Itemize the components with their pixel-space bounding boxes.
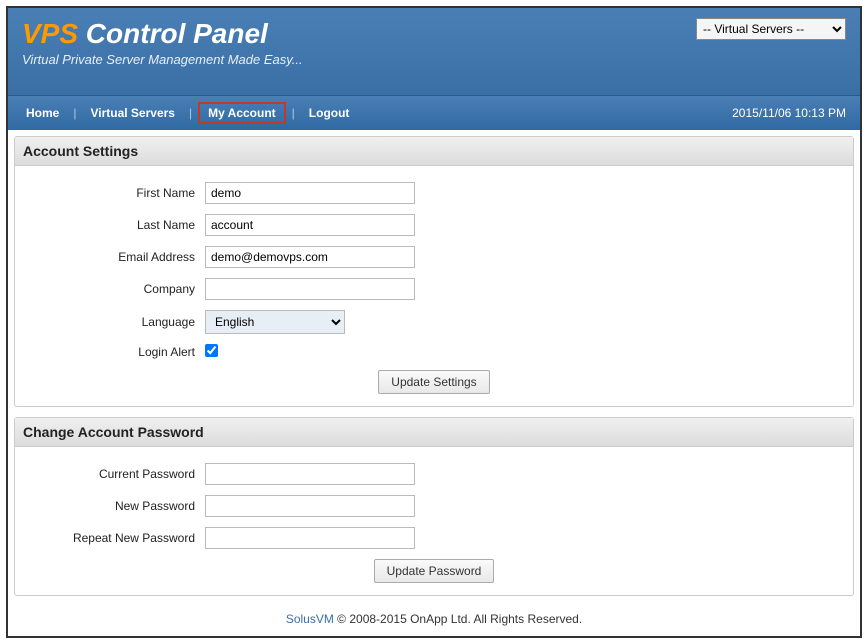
- navbar: Home | Virtual Servers | My Account | Lo…: [8, 95, 860, 130]
- form-row-current-password: Current Password: [35, 463, 833, 485]
- form-row-company: Company: [35, 278, 833, 300]
- panel-body: Current Password New Password Repeat New…: [15, 447, 853, 595]
- last-name-input[interactable]: [205, 214, 415, 236]
- app-window: VPS Control Panel Virtual Private Server…: [6, 6, 862, 638]
- first-name-input[interactable]: [205, 182, 415, 204]
- button-row: Update Password: [35, 559, 833, 583]
- repeat-password-input[interactable]: [205, 527, 415, 549]
- nav-logout[interactable]: Logout: [301, 102, 358, 124]
- virtual-servers-dropdown[interactable]: -- Virtual Servers --: [696, 18, 846, 40]
- form-row-language: Language English: [35, 310, 833, 334]
- email-input[interactable]: [205, 246, 415, 268]
- panel-title: Account Settings: [15, 137, 853, 166]
- footer-text: © 2008-2015 OnApp Ltd. All Rights Reserv…: [334, 612, 582, 626]
- timestamp: 2015/11/06 10:13 PM: [732, 106, 850, 120]
- form-row-last-name: Last Name: [35, 214, 833, 236]
- new-password-input[interactable]: [205, 495, 415, 517]
- button-row: Update Settings: [35, 370, 833, 394]
- nav-separator: |: [73, 106, 76, 120]
- update-settings-button[interactable]: Update Settings: [378, 370, 489, 394]
- nav-highlight-box: My Account: [198, 102, 286, 124]
- form-row-repeat-password: Repeat New Password: [35, 527, 833, 549]
- nav-virtual-servers[interactable]: Virtual Servers: [82, 102, 183, 124]
- change-password-panel: Change Account Password Current Password…: [14, 417, 854, 596]
- company-label: Company: [35, 282, 205, 296]
- login-alert-label: Login Alert: [35, 345, 205, 359]
- nav-home[interactable]: Home: [18, 102, 67, 124]
- header: VPS Control Panel Virtual Private Server…: [8, 8, 860, 95]
- language-label: Language: [35, 315, 205, 329]
- nav-my-account[interactable]: My Account: [200, 102, 284, 124]
- repeat-password-label: Repeat New Password: [35, 531, 205, 545]
- footer-brand[interactable]: SolusVM: [286, 612, 334, 626]
- brand-prefix: VPS: [22, 18, 78, 49]
- account-settings-panel: Account Settings First Name Last Name Em…: [14, 136, 854, 407]
- language-select[interactable]: English: [205, 310, 345, 334]
- login-alert-checkbox[interactable]: [205, 344, 218, 357]
- form-row-first-name: First Name: [35, 182, 833, 204]
- form-row-email: Email Address: [35, 246, 833, 268]
- nav-separator: |: [292, 106, 295, 120]
- content-area: Account Settings First Name Last Name Em…: [8, 130, 860, 636]
- brand-rest: Control Panel: [78, 18, 268, 49]
- current-password-input[interactable]: [205, 463, 415, 485]
- current-password-label: Current Password: [35, 467, 205, 481]
- nav-left: Home | Virtual Servers | My Account | Lo…: [18, 102, 357, 124]
- panel-body: First Name Last Name Email Address Compa…: [15, 166, 853, 406]
- first-name-label: First Name: [35, 186, 205, 200]
- brand-subtitle: Virtual Private Server Management Made E…: [22, 52, 846, 67]
- footer: SolusVM © 2008-2015 OnApp Ltd. All Right…: [14, 606, 854, 630]
- form-row-new-password: New Password: [35, 495, 833, 517]
- nav-separator: |: [189, 106, 192, 120]
- panel-title: Change Account Password: [15, 418, 853, 447]
- last-name-label: Last Name: [35, 218, 205, 232]
- new-password-label: New Password: [35, 499, 205, 513]
- company-input[interactable]: [205, 278, 415, 300]
- update-password-button[interactable]: Update Password: [374, 559, 495, 583]
- email-label: Email Address: [35, 250, 205, 264]
- form-row-login-alert: Login Alert: [35, 344, 833, 360]
